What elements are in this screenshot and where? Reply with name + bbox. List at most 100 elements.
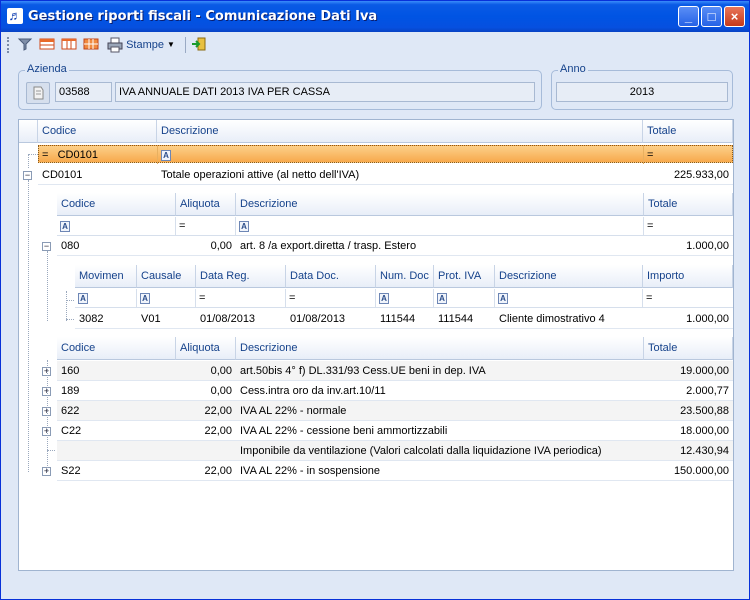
stampe-dropdown-button[interactable]: Stampe ▼ — [107, 36, 181, 54]
sub2-row-prot-iva: 111544 — [438, 313, 474, 325]
sub1-filter-totale[interactable]: = — [644, 217, 733, 235]
text-filter-icon: A — [60, 220, 70, 232]
sub2-filter-importo[interactable]: = — [643, 289, 733, 307]
header-spacer — [19, 120, 38, 143]
filter-row[interactable]: = CD0101 A = — [38, 145, 733, 164]
sub2-filter-data-doc[interactable]: = — [286, 289, 376, 307]
sub1-filter-row[interactable]: A = A = — [57, 217, 733, 236]
sub3-header-aliquota[interactable]: Aliquota — [176, 337, 236, 360]
sub2-filter-num-doc[interactable]: A — [376, 289, 434, 307]
sub3-row-descrizione: IVA AL 22% - cessione beni ammortizzabil… — [240, 425, 448, 437]
riporti-grid[interactable]: Codice Descrizione Totale = CD0101 A = −… — [18, 119, 734, 571]
row-descrizione: Totale operazioni attive (al netto dell'… — [161, 169, 360, 181]
sub2-filter-prot-iva[interactable]: A — [434, 289, 495, 307]
sub1-header-aliquota[interactable]: Aliquota — [176, 193, 236, 216]
toolbar-grip[interactable] — [7, 37, 10, 53]
sub2-header-data-reg[interactable]: Data Reg. — [196, 265, 286, 288]
header-codice[interactable]: Codice — [38, 120, 157, 143]
sub1-filter-codice[interactable]: A — [57, 217, 176, 235]
sub3-row-aliquota: 0,00 — [210, 365, 232, 377]
title-bar[interactable]: ♬ Gestione riporti fiscali - Comunicazio… — [1, 1, 749, 32]
azienda-code-field[interactable]: 03588 — [55, 82, 112, 102]
sub3-header-descrizione[interactable]: Descrizione — [236, 337, 644, 360]
text-filter-icon: A — [78, 292, 88, 304]
sub2-row-importo: 1.000,00 — [686, 313, 729, 325]
tree-line — [47, 450, 55, 451]
sub2-filter-data-reg[interactable]: = — [196, 289, 286, 307]
sub3-row-totale: 150.000,00 — [673, 465, 729, 477]
table-row[interactable]: CD0101 Totale operazioni attive (al nett… — [38, 165, 733, 185]
sub1-table-row[interactable]: 080 0,00 art. 8 /a export.diretta / tras… — [57, 236, 733, 256]
main-window: ♬ Gestione riporti fiscali - Comunicazio… — [0, 0, 750, 600]
sub1-filter-descrizione[interactable]: A — [236, 217, 644, 235]
filter-descrizione[interactable]: A — [158, 146, 644, 164]
text-filter-icon: A — [379, 292, 389, 304]
header-descrizione[interactable]: Descrizione — [157, 120, 643, 143]
minimize-button[interactable]: _ — [678, 6, 699, 27]
sub3-header-totale[interactable]: Totale — [644, 337, 733, 360]
sub3-row-totale: 18.000,00 — [680, 425, 729, 437]
sub2-filter-movimen[interactable]: A — [75, 289, 137, 307]
sub3-row-totale: 2.000,77 — [686, 385, 729, 397]
azienda-description-field[interactable]: IVA ANNUALE DATI 2013 IVA PER CASSA — [115, 82, 535, 102]
sub2-header-importo[interactable]: Importo — [643, 265, 733, 288]
azienda-lookup-button[interactable] — [26, 82, 50, 104]
sub1-filter-aliquota[interactable]: = — [176, 217, 236, 235]
sub1-header-descrizione[interactable]: Descrizione — [236, 193, 644, 216]
sub3-row-descrizione: Cess.intra oro da inv.art.10/11 — [240, 385, 386, 397]
text-filter-icon: A — [161, 149, 171, 161]
sub1-header-codice[interactable]: Codice — [57, 193, 176, 216]
app-icon: ♬ — [7, 8, 23, 24]
toolbar-separator — [185, 37, 186, 53]
sub3-table-row[interactable]: 622 22,00 IVA AL 22% - normale 23.500,88 — [57, 401, 733, 421]
sub3-row-codice: 160 — [61, 365, 80, 377]
grid-layout-icon[interactable] — [39, 36, 57, 54]
sub2-filter-causale[interactable]: A — [137, 289, 196, 307]
sub2-row-causale: V01 — [141, 313, 161, 325]
sub3-table-row[interactable]: Imponibile da ventilazione (Valori calco… — [57, 441, 733, 461]
sub3-header-codice[interactable]: Codice — [57, 337, 176, 360]
filter-totale[interactable]: = — [644, 146, 733, 164]
maximize-button[interactable]: □ — [701, 6, 722, 27]
sub2-table-row[interactable]: 3082 V01 01/08/2013 01/08/2013 111544 11… — [75, 309, 733, 329]
filter-codice[interactable]: = CD0101 — [39, 146, 158, 164]
anno-field[interactable]: 2013 — [556, 82, 728, 102]
tree-line — [47, 251, 48, 321]
sub3-row-descrizione: art.50bis 4° f) DL.331/93 Cess.UE beni i… — [240, 365, 486, 377]
collapse-toggle[interactable]: − — [23, 171, 32, 180]
sub2-header-movimen[interactable]: Movimen — [75, 265, 137, 288]
collapse-toggle[interactable]: − — [42, 242, 51, 251]
sub3-table-row[interactable]: 189 0,00 Cess.intra oro da inv.art.10/11… — [57, 381, 733, 401]
sub2-row-movimen: 3082 — [79, 313, 104, 325]
stampe-label: Stampe — [126, 39, 164, 52]
azienda-legend: Azienda — [25, 63, 69, 75]
toolbar: Stampe ▼ — [5, 34, 745, 56]
sub2-header-prot-iva[interactable]: Prot. IVA — [434, 265, 495, 288]
sub2-header-descrizione[interactable]: Descrizione — [495, 265, 643, 288]
filter-icon[interactable] — [17, 36, 35, 54]
table-icon[interactable] — [83, 36, 101, 54]
sub2-header-causale[interactable]: Causale — [137, 265, 196, 288]
sub3-table-row[interactable]: 160 0,00 art.50bis 4° f) DL.331/93 Cess.… — [57, 361, 733, 381]
row-codice: CD0101 — [42, 169, 83, 181]
sub3-table-row[interactable]: S22 22,00 IVA AL 22% - in sospensione 15… — [57, 461, 733, 481]
filter-codice-operator: = — [42, 149, 49, 161]
tree-line — [28, 154, 29, 168]
tree-line — [47, 360, 48, 472]
sub2-filter-descrizione[interactable]: A — [495, 289, 643, 307]
close-button[interactable]: × — [724, 6, 745, 27]
sub2-header-num-doc[interactable]: Num. Doc — [376, 265, 434, 288]
sub3-row-codice: 622 — [61, 405, 80, 417]
tree-line — [66, 291, 67, 321]
sub3-table-row[interactable]: C22 22,00 IVA AL 22% - cessione beni amm… — [57, 421, 733, 441]
tree-line — [28, 180, 29, 472]
columns-icon[interactable] — [61, 36, 79, 54]
sub2-row-descrizione: Cliente dimostrativo 4 — [499, 313, 605, 325]
sub1-header-totale[interactable]: Totale — [644, 193, 733, 216]
sub2-header-data-doc[interactable]: Data Doc. — [286, 265, 376, 288]
header-totale[interactable]: Totale — [643, 120, 733, 143]
sub2-filter-row[interactable]: A A = = A A A = — [75, 289, 733, 308]
exit-icon[interactable] — [191, 36, 209, 54]
window-title: Gestione riporti fiscali - Comunicazione… — [28, 9, 378, 24]
sub3-row-aliquota: 22,00 — [204, 425, 232, 437]
